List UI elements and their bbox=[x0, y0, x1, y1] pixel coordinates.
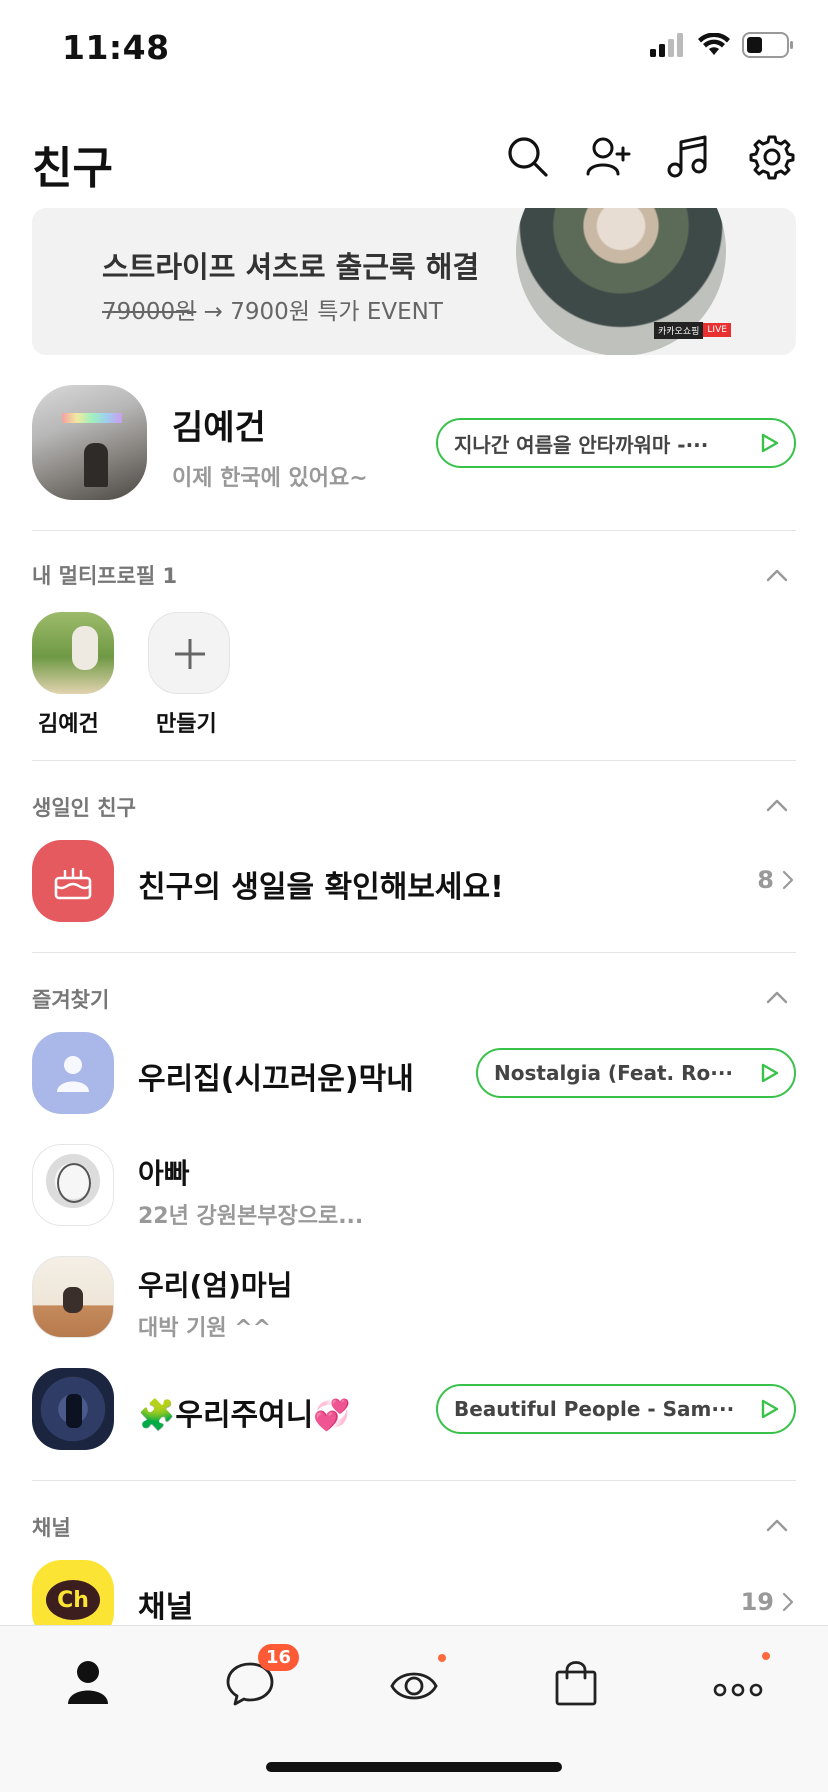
search-button[interactable] bbox=[505, 134, 551, 180]
chevron-up-icon[interactable] bbox=[766, 990, 788, 1004]
add-friend-icon bbox=[586, 137, 631, 176]
more-dots-icon bbox=[713, 1683, 763, 1697]
tab-friends[interactable] bbox=[62, 1656, 114, 1708]
page-title: 친구 bbox=[32, 143, 113, 194]
channel-section-label: 채널 bbox=[32, 1516, 71, 1540]
live-badge: 카카오쇼핑 LIVE bbox=[654, 321, 731, 339]
my-profile-name: 김예건 bbox=[172, 408, 266, 448]
settings-button[interactable] bbox=[749, 134, 795, 180]
chevron-right-icon bbox=[782, 1592, 794, 1612]
divider bbox=[32, 760, 796, 761]
multi-profile-section-label: 내 멀티프로필 1 bbox=[32, 564, 178, 588]
birthday-prompt[interactable]: 친구의 생일을 확인해보세요! bbox=[138, 862, 504, 906]
chevron-up-icon[interactable] bbox=[766, 568, 788, 582]
play-icon bbox=[761, 433, 779, 453]
create-multi-profile-button[interactable] bbox=[148, 612, 230, 694]
friend-name[interactable]: 우리(엄)마님 bbox=[138, 1264, 292, 1304]
divider bbox=[32, 530, 796, 531]
cake-icon bbox=[54, 868, 92, 900]
status-time: 11:48 bbox=[62, 28, 170, 67]
divider bbox=[32, 1480, 796, 1481]
plus-icon bbox=[175, 639, 205, 669]
divider bbox=[32, 952, 796, 953]
chevron-up-icon[interactable] bbox=[766, 1518, 788, 1532]
my-profile-music-button[interactable]: 지나간 여름을 안타까워마 -··· bbox=[436, 418, 796, 468]
banner-new-price: → 7900원 특가 EVENT bbox=[196, 299, 443, 325]
channel-count[interactable]: 19 bbox=[741, 1588, 794, 1616]
play-icon bbox=[761, 1063, 779, 1083]
friend-avatar[interactable] bbox=[32, 1368, 114, 1450]
my-profile-status: 이제 한국에 있어요~ bbox=[172, 466, 368, 491]
music-note-icon bbox=[667, 135, 707, 178]
add-friend-button[interactable] bbox=[585, 134, 631, 180]
friend-name[interactable]: 우리집(시끄러운)막내 bbox=[138, 1054, 414, 1098]
friend-music-button[interactable]: Nostalgia (Feat. Ro··· bbox=[476, 1048, 796, 1098]
multi-profile-avatar[interactable] bbox=[32, 612, 114, 694]
create-label: 만들기 bbox=[156, 712, 217, 737]
birthday-count-value: 8 bbox=[757, 866, 774, 894]
my-profile-avatar[interactable] bbox=[32, 385, 147, 500]
multi-profile-item-label: 김예건 bbox=[38, 712, 99, 737]
header: 친구 bbox=[0, 120, 828, 200]
birthday-count[interactable]: 8 bbox=[757, 866, 794, 894]
avatar-light-streak bbox=[62, 413, 122, 423]
music-title: 지나간 여름을 안타까워마 -··· bbox=[454, 432, 709, 457]
person-icon bbox=[68, 1661, 108, 1704]
channel-count-value: 19 bbox=[740, 1588, 774, 1616]
banner-old-price: 79000원 bbox=[102, 299, 197, 325]
search-icon bbox=[508, 137, 548, 177]
friend-name[interactable]: 🧩우리주여니💞 bbox=[138, 1390, 351, 1434]
tab-shopping[interactable] bbox=[550, 1656, 602, 1708]
friend-status: 22년 강원본부장으로... bbox=[138, 1204, 364, 1229]
eye-icon bbox=[390, 1672, 438, 1700]
tab-more[interactable] bbox=[712, 1656, 764, 1708]
badge-live: LIVE bbox=[703, 323, 731, 337]
avatar-figure bbox=[63, 1287, 83, 1313]
friend-avatar[interactable] bbox=[32, 1256, 114, 1338]
channel-name[interactable]: 채널 bbox=[138, 1582, 193, 1626]
play-icon bbox=[761, 1399, 779, 1419]
friend-status: 대박 기원 ^^ bbox=[138, 1316, 272, 1341]
chevron-up-icon[interactable] bbox=[766, 798, 788, 812]
music-button[interactable] bbox=[665, 134, 711, 180]
avatar-person bbox=[72, 626, 98, 670]
gear-icon bbox=[749, 135, 795, 180]
avatar-person bbox=[84, 443, 108, 487]
friend-name[interactable]: 아빠 bbox=[138, 1152, 190, 1192]
banner-title: 스트라이프 셔츠로 출근룩 해결 bbox=[102, 250, 480, 284]
chevron-right-icon bbox=[782, 870, 794, 890]
signal-icon bbox=[650, 33, 683, 57]
promo-banner[interactable]: 스트라이프 셔츠로 출근룩 해결 79000원 → 7900원 특가 EVENT… bbox=[32, 208, 796, 355]
birthday-section-label: 생일인 친구 bbox=[32, 796, 136, 820]
friend-music-button[interactable]: Beautiful People - Sam··· bbox=[436, 1384, 796, 1434]
birthday-icon-tile[interactable] bbox=[32, 840, 114, 922]
chat-unread-badge: 16 bbox=[258, 1644, 300, 1671]
shopping-bag-icon bbox=[555, 1661, 597, 1706]
status-bar: 11:48 bbox=[0, 0, 828, 100]
status-icons bbox=[650, 32, 794, 58]
view-new-dot bbox=[438, 1654, 446, 1662]
avatar-figure bbox=[66, 1394, 82, 1428]
channel-logo: Ch bbox=[46, 1580, 100, 1620]
tab-view[interactable] bbox=[388, 1656, 440, 1708]
battery-icon bbox=[742, 32, 793, 58]
more-new-dot bbox=[762, 1652, 770, 1660]
friend-avatar[interactable] bbox=[32, 1032, 114, 1114]
avatar-sketch-face bbox=[57, 1163, 91, 1203]
banner-subtitle: 79000원 → 7900원 특가 EVENT bbox=[102, 292, 443, 326]
music-title: Nostalgia (Feat. Ro··· bbox=[494, 1061, 734, 1085]
favorites-section-label: 즐겨찾기 bbox=[32, 988, 110, 1012]
friend-avatar[interactable] bbox=[32, 1144, 114, 1226]
wifi-icon bbox=[698, 33, 730, 55]
default-person-icon bbox=[57, 1056, 89, 1092]
music-title: Beautiful People - Sam··· bbox=[454, 1397, 735, 1421]
badge-brand: 카카오쇼핑 bbox=[654, 321, 704, 339]
home-indicator bbox=[266, 1762, 562, 1772]
